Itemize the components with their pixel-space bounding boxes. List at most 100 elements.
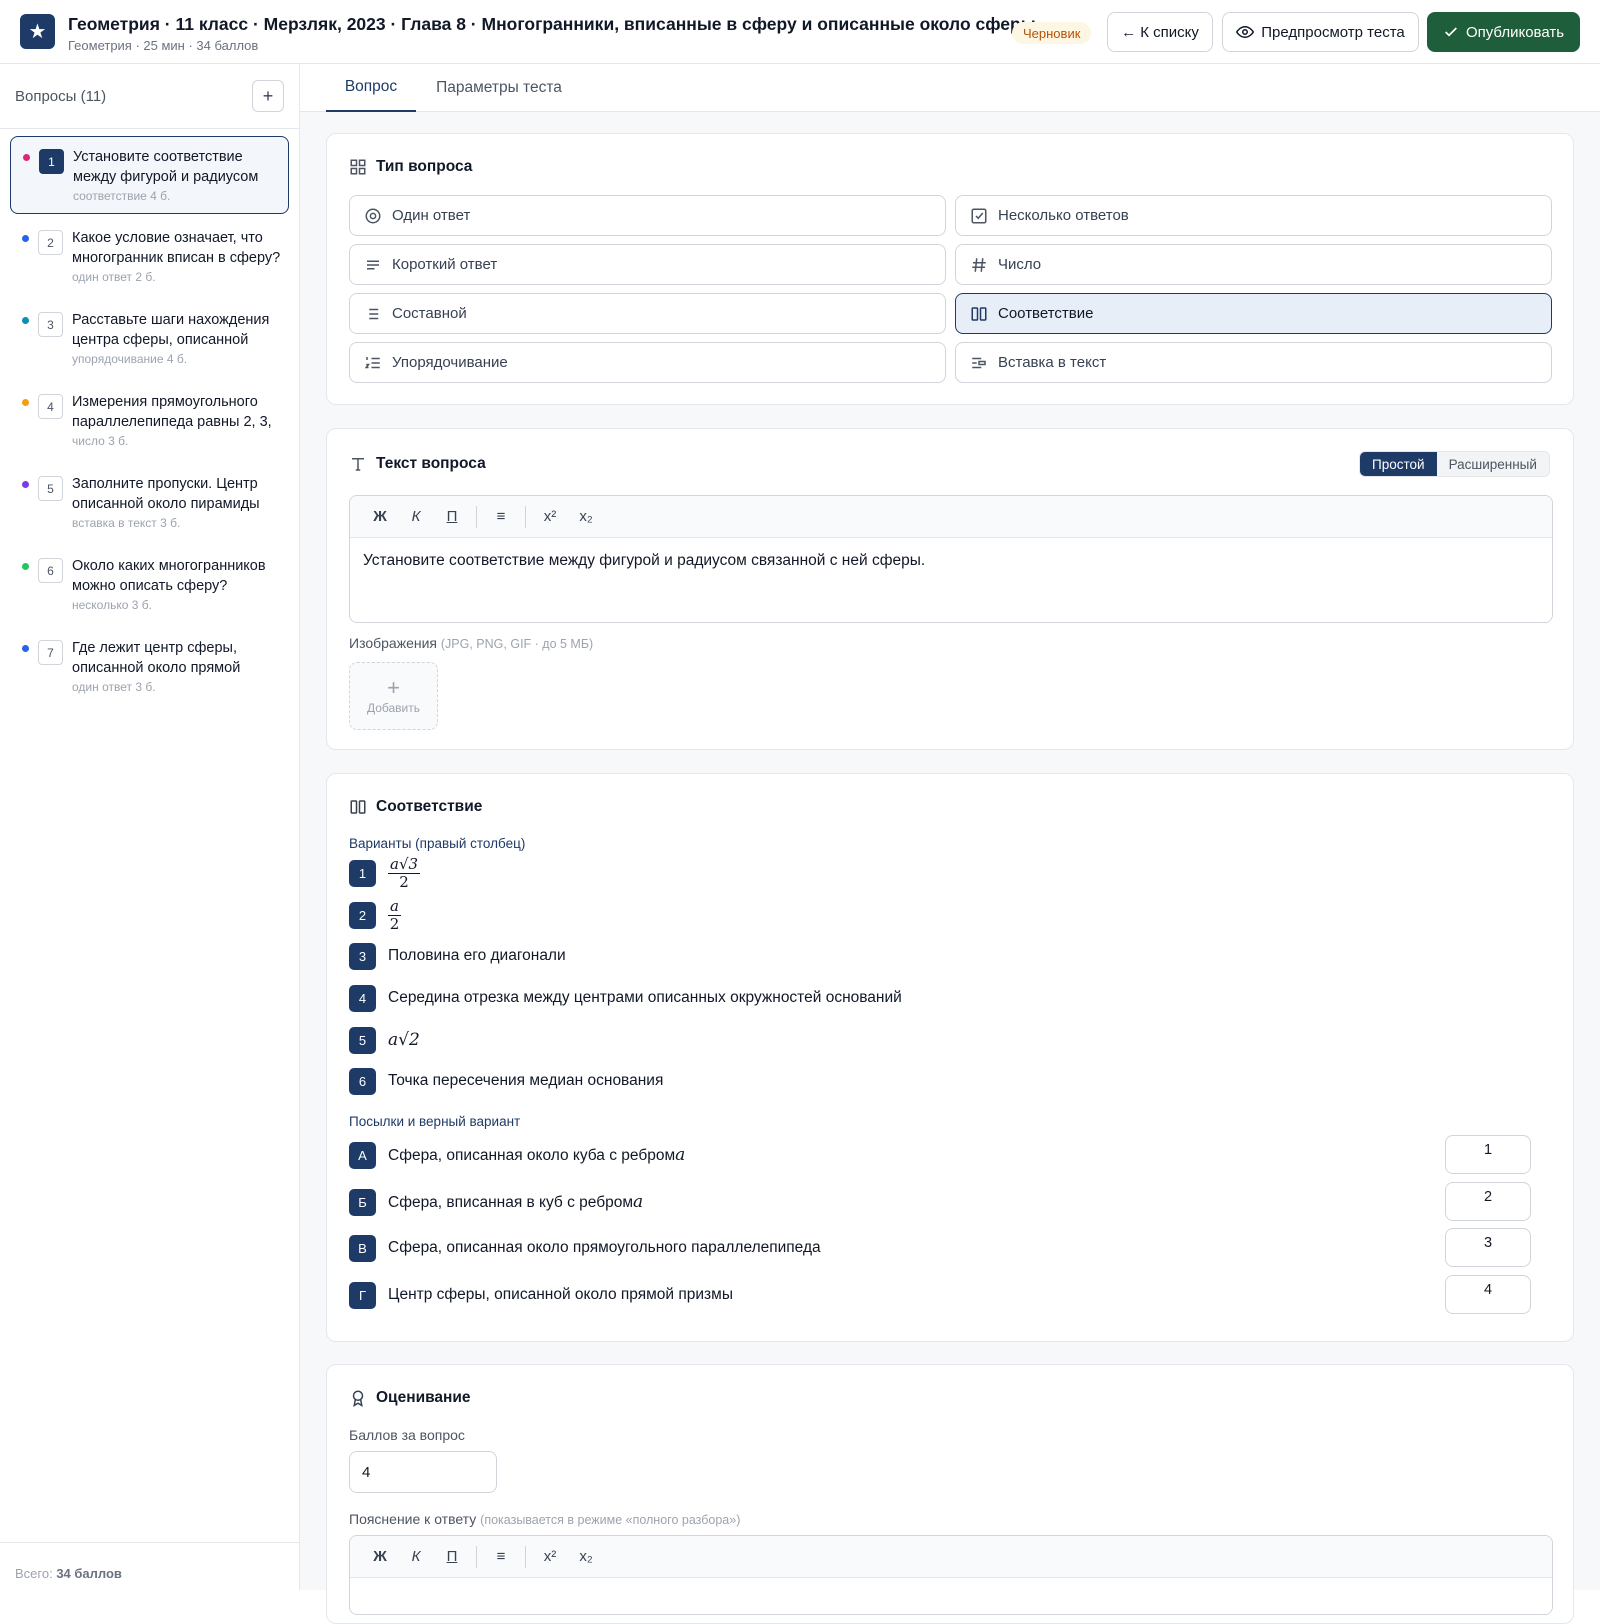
question-type-card: Тип вопроса Один ответ Несколько ответов К…: [326, 133, 1574, 405]
subscript-button[interactable]: x₂: [568, 1542, 604, 1572]
option-formula-a-sqrt3-over-2: a√3 2: [388, 854, 421, 891]
add-question-button[interactable]: +: [252, 80, 284, 112]
mode-simple-button[interactable]: Простой: [1360, 452, 1437, 476]
question-type-title: Тип вопроса: [349, 158, 472, 176]
preview-test-button[interactable]: Предпросмотр теста: [1222, 12, 1419, 52]
matching-title: Соответствие: [349, 798, 482, 816]
list-icon: [369, 308, 379, 319]
status-badge: Черновик: [1012, 22, 1092, 44]
question-preview-text: Какое условие означает, что многогранник…: [72, 230, 281, 266]
option-number: 3: [349, 942, 376, 970]
award-icon: [352, 1390, 364, 1407]
question-number: 5: [38, 476, 63, 501]
back-to-list-button[interactable]: ← К списку: [1107, 12, 1213, 52]
align-button[interactable]: ≡: [483, 502, 519, 532]
premise-text: Сфера, описанная около прямоугольного па…: [388, 1239, 821, 1256]
premise-answer-input[interactable]: 1: [1445, 1135, 1531, 1174]
question-type-option[interactable]: Короткий ответ: [349, 244, 946, 285]
underline-button[interactable]: П: [434, 502, 470, 532]
question-number: 4: [38, 394, 63, 419]
question-list-item[interactable]: 4 Измерения прямоугольного параллелепипед…: [10, 382, 289, 460]
add-image-button[interactable]: + Добавить: [349, 662, 438, 730]
option-text: Точка пересечения медиан основания: [388, 1072, 664, 1089]
option-formula-a-sqrt2: a√2: [388, 1030, 420, 1050]
bold-button[interactable]: Ж: [362, 502, 398, 532]
explanation-editor: Ж К П ≡ x² x₂: [349, 1535, 1553, 1615]
question-number: 2: [38, 230, 63, 255]
question-type-dot: [23, 154, 30, 161]
option-item: 5 a√2: [349, 1026, 420, 1054]
question-list-item[interactable]: 3 Расставьте шаги нахождения центра сферы…: [10, 300, 289, 378]
option-item: 2 a2: [349, 897, 401, 932]
question-meta: соответствие 4 б.: [73, 189, 171, 203]
question-type-option[interactable]: Вставка в текст: [955, 342, 1552, 383]
premise-answer-input[interactable]: 2: [1445, 1182, 1531, 1221]
questions-sidebar: Вопросы (11) + 1 Установите соответствие …: [0, 64, 300, 1590]
question-type-dot: [22, 399, 29, 406]
points-input[interactable]: 4: [349, 1451, 497, 1493]
question-preview-text: Около каких многогранников можно описать…: [72, 558, 266, 594]
images-label: Изображения (JPG, PNG, GIF · до 5 МБ): [349, 635, 594, 651]
question-number: 1: [39, 149, 64, 174]
question-preview-text: Где лежит центр сферы, описанной около п…: [72, 640, 241, 676]
option-item: 3 Половина его диагонали: [349, 942, 566, 970]
italic-button[interactable]: К: [398, 1542, 434, 1572]
premise-item: В Сфера, описанная около прямоугольного …: [349, 1234, 821, 1262]
question-meta: упорядочивание 4 б.: [72, 352, 188, 366]
underline-button[interactable]: П: [434, 1542, 470, 1572]
divider: [0, 128, 299, 129]
question-preview-text: Расставьте шаги нахождения центра сферы,…: [72, 312, 270, 348]
question-type-option[interactable]: Несколько ответов: [955, 195, 1552, 236]
question-type-option[interactable]: Один ответ: [349, 195, 946, 236]
align-button[interactable]: ≡: [483, 1542, 519, 1572]
premises-label: Посылки и верный вариант: [349, 1114, 521, 1129]
premise-answer-input[interactable]: 3: [1445, 1228, 1531, 1267]
question-list-item[interactable]: 7 Где лежит центр сферы, описанной около …: [10, 628, 289, 706]
question-type-option[interactable]: Число: [955, 244, 1552, 285]
grading-card: Оценивание Баллов за вопрос 4 Пояснение …: [326, 1364, 1574, 1624]
question-preview-text: Установите соответствие между фигурой и …: [73, 149, 259, 185]
question-list-item[interactable]: 2 Какое условие означает, что многогранни…: [10, 218, 289, 296]
question-type-dot: [22, 481, 29, 488]
page-title: Геометрия · 11 класс · Мерзляк, 2023 · Г…: [68, 14, 1036, 34]
option-text: Середина отрезка между центрами описанны…: [388, 989, 902, 1006]
question-type-option[interactable]: Упорядочивание: [349, 342, 946, 383]
total-points: Всего: 34 баллов: [15, 1566, 122, 1581]
hash-icon: [972, 257, 986, 272]
app-logo-star-icon[interactable]: ★: [20, 14, 55, 49]
question-number: 6: [38, 558, 63, 583]
publish-button[interactable]: Опубликовать: [1427, 12, 1580, 52]
insert-text-icon: [972, 357, 986, 368]
question-list-item[interactable]: 5 Заполните пропуски. Центр описанной око…: [10, 464, 289, 542]
premise-text: Центр сферы, описанной около прямой приз…: [388, 1286, 733, 1303]
premise-letter: Г: [349, 1281, 376, 1309]
tab-test-params[interactable]: Параметры теста: [426, 64, 572, 112]
option-number: 6: [349, 1067, 376, 1095]
mode-extended-button[interactable]: Расширенный: [1437, 452, 1549, 476]
premise-answer-input[interactable]: 4: [1445, 1275, 1531, 1314]
superscript-button[interactable]: x²: [532, 502, 568, 532]
grid-icon: [350, 159, 366, 175]
option-item: 4 Середина отрезка между центрами описан…: [349, 984, 902, 1012]
question-text-content[interactable]: Установите соответствие между фигурой и …: [350, 538, 1552, 584]
plus-icon: +: [387, 675, 400, 700]
subscript-button[interactable]: x₂: [568, 502, 604, 532]
italic-button[interactable]: К: [398, 502, 434, 532]
question-list-item[interactable]: 6 Около каких многогранников можно описат…: [10, 546, 289, 624]
question-type-dot: [22, 645, 29, 652]
question-meta: число 3 б.: [72, 434, 129, 448]
question-type-dot: [22, 563, 29, 570]
superscript-button[interactable]: x²: [532, 1542, 568, 1572]
tab-question[interactable]: Вопрос: [326, 64, 416, 112]
question-type-option[interactable]: Соответствие: [955, 293, 1552, 334]
question-type-option[interactable]: Составной: [349, 293, 946, 334]
question-meta: несколько 3 б.: [72, 598, 152, 612]
question-list-item[interactable]: 1 Установите соответствие между фигурой и…: [10, 136, 289, 214]
premise-item: Г Центр сферы, описанной около прямой пр…: [349, 1281, 733, 1309]
bold-button[interactable]: Ж: [362, 1542, 398, 1572]
divider: [0, 1542, 299, 1543]
question-type-dot: [22, 235, 29, 242]
option-number: 5: [349, 1026, 376, 1054]
points-label: Баллов за вопрос: [349, 1427, 465, 1443]
premise-letter: В: [349, 1234, 376, 1262]
